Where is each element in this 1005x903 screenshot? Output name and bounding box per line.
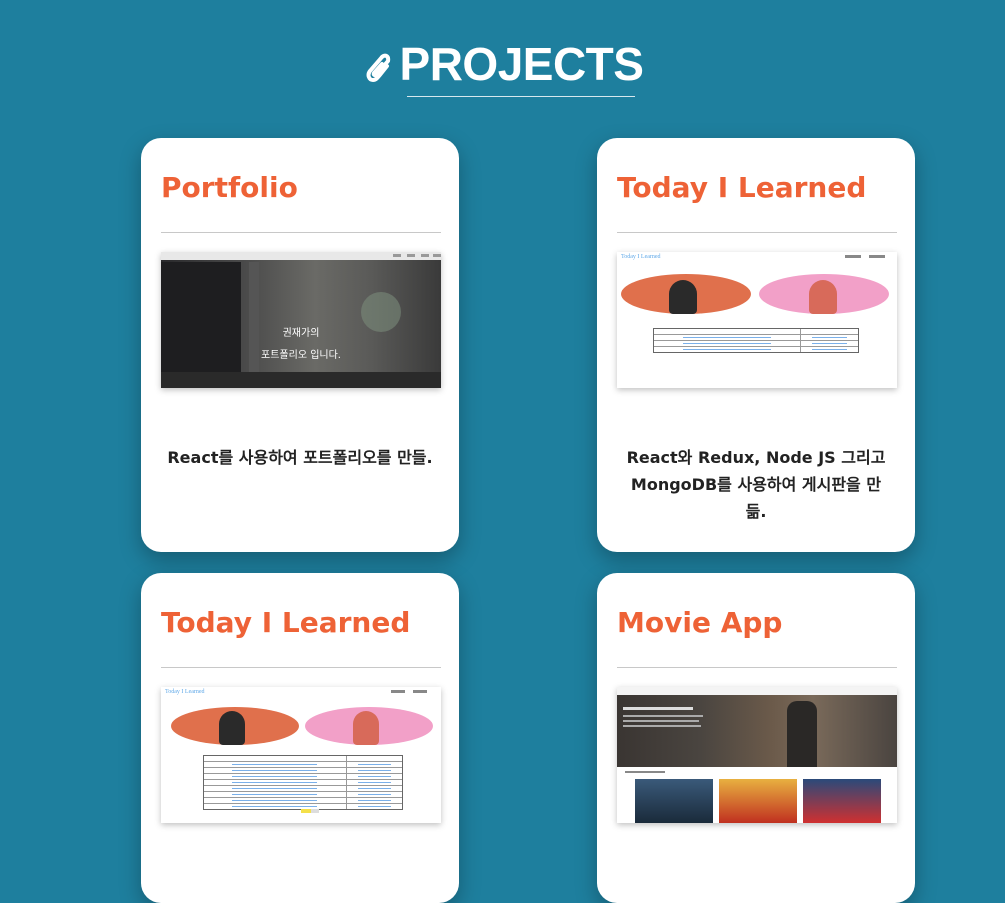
project-description: React와 Redux, Node JS 그리고 MongoDB를 사용하여 … — [626, 448, 886, 521]
project-card-movie-app[interactable]: Movie App — [597, 573, 915, 903]
card-divider — [617, 232, 897, 233]
project-title: Portfolio — [161, 171, 298, 204]
project-title: Today I Learned — [161, 606, 411, 639]
project-card-til-2[interactable]: Today I Learned Today I Learned — [141, 573, 459, 903]
section-title: PROJECTS — [399, 38, 644, 90]
project-thumbnail[interactable]: Today I Learned — [617, 252, 897, 388]
project-description: React를 사용하여 포트폴리오를 만들. — [167, 448, 433, 467]
card-divider — [161, 667, 441, 668]
section-header: PROJECTS — [0, 36, 1005, 97]
title-underline — [407, 96, 636, 97]
card-divider — [617, 667, 897, 668]
project-thumbnail[interactable]: 권재가의 포트폴리오 입니다. — [161, 252, 441, 388]
thumbnail-text: 포트폴리오 입니다. — [261, 350, 341, 361]
card-divider — [161, 232, 441, 233]
project-thumbnail[interactable] — [617, 687, 897, 823]
paperclip-icon — [366, 53, 390, 82]
project-thumbnail[interactable]: Today I Learned — [161, 687, 441, 823]
project-card-portfolio[interactable]: Portfolio 권재가의 포트폴리오 입니다. React를 사용하여 포트… — [141, 138, 459, 552]
project-title: Today I Learned — [617, 171, 867, 204]
project-card-til[interactable]: Today I Learned Today I Learned React와 R… — [597, 138, 915, 552]
project-title: Movie App — [617, 606, 783, 639]
thumbnail-text: 권재가의 — [282, 328, 320, 339]
